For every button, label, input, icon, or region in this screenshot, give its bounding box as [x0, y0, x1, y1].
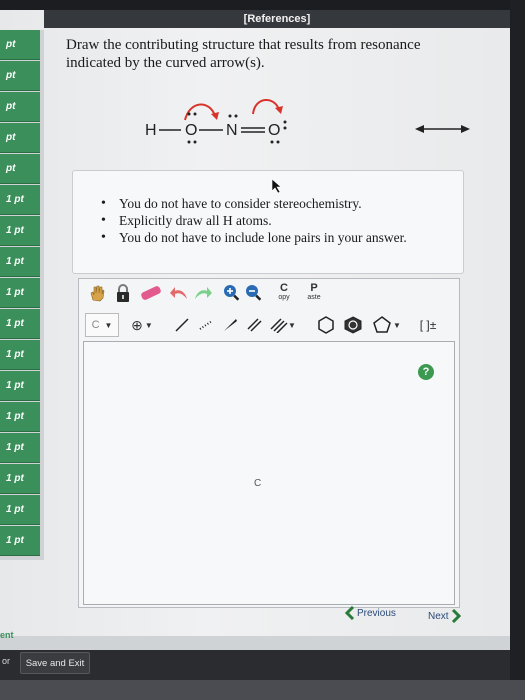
redo-icon[interactable] [191, 281, 215, 305]
canvas-atom-label: C [254, 478, 262, 489]
paste-label-top: P [310, 282, 318, 294]
undo-icon[interactable] [167, 281, 191, 305]
bottom-bar [0, 636, 510, 650]
previous-label: Previous [357, 607, 396, 619]
sidebar-point-item[interactable]: pt [0, 92, 40, 122]
ent-label: ent [0, 630, 14, 640]
bezel-top [0, 0, 525, 10]
arrow-head-1 [211, 112, 219, 120]
eraser-icon[interactable] [137, 281, 165, 305]
structure-editor: C opy P aste C ▼ ⊕ ▼ ▼ ▼ []± [78, 278, 460, 608]
next-label: Next [428, 610, 449, 622]
sidebar-point-item[interactable]: 1 pt [0, 216, 40, 246]
plus-circle-icon: ⊕ [131, 316, 143, 333]
chevron-right-icon [451, 609, 461, 623]
or-label: or [2, 656, 11, 666]
hint-item: You do not have to consider stereochemis… [101, 195, 407, 212]
sidebar-point-item[interactable]: 1 pt [0, 402, 40, 432]
arrow-head-2 [275, 106, 283, 114]
sidebar-point-item[interactable]: 1 pt [0, 526, 40, 556]
references-bar[interactable]: [References] [44, 10, 510, 28]
sidebar-point-item[interactable]: 1 pt [0, 433, 40, 463]
copy-label-top: C [280, 282, 288, 294]
copy-button[interactable]: C opy [271, 281, 297, 305]
atom-o2: O [268, 122, 280, 139]
sidebar-point-item[interactable]: 1 pt [0, 371, 40, 401]
paste-label-bottom: aste [307, 294, 321, 301]
curved-arrow-2 [252, 99, 280, 115]
sidebar-point-item[interactable]: 1 pt [0, 278, 40, 308]
zoom-out-icon[interactable] [243, 281, 265, 305]
mouse-cursor-icon [271, 178, 282, 194]
sidebar-point-item[interactable]: 1 pt [0, 464, 40, 494]
double-bond-icon[interactable] [243, 313, 265, 337]
sidebar-point-item[interactable]: 1 pt [0, 495, 40, 525]
paste-button[interactable]: P aste [301, 281, 327, 305]
sidebar-point-item[interactable]: 1 pt [0, 185, 40, 215]
hint-item: You do not have to include lone pairs in… [101, 229, 407, 246]
aromatic-ring-icon[interactable] [341, 313, 365, 337]
hints-box: You do not have to consider stereochemis… [72, 170, 464, 274]
chevron-down-icon: ▼ [288, 320, 296, 330]
toolbar-row-2: C ▼ ⊕ ▼ ▼ ▼ [ ]± [79, 311, 459, 339]
curved-arrow-1 [184, 103, 216, 121]
benzene-ring-icon[interactable] [315, 313, 337, 337]
question-sidebar: pt pt pt pt pt 1 pt 1 pt 1 pt 1 pt 1 pt 1 pt 1 pt 1 … [0, 30, 44, 560]
chevron-down-icon: ▼ [393, 320, 401, 330]
chevron-down-icon: ▼ [144, 320, 153, 330]
triple-bond-icon [270, 318, 288, 333]
chevron-left-icon [345, 606, 355, 620]
atom-h: H [145, 122, 157, 139]
copy-label-bottom: opy [278, 294, 290, 301]
element-label: C [91, 319, 100, 331]
atom-n: N [226, 122, 238, 139]
previous-button[interactable]: Previous [345, 606, 396, 620]
pentagon-ring-tool[interactable]: ▼ [369, 313, 405, 337]
drawing-canvas[interactable] [83, 341, 455, 605]
resonance-arrow-icon [415, 125, 470, 133]
zoom-in-icon[interactable] [221, 281, 243, 305]
element-select[interactable]: C ▼ [85, 313, 119, 337]
sidebar-point-item[interactable]: 1 pt [0, 247, 40, 277]
lock-icon[interactable] [111, 281, 135, 305]
chevron-down-icon: ▼ [104, 320, 113, 330]
toolbar-row-1: C opy P aste [79, 279, 459, 307]
hashed-bond-icon[interactable] [195, 313, 217, 337]
sidebar-point-item[interactable]: pt [0, 123, 40, 153]
bezel-right [510, 0, 525, 700]
question-text: Draw the contributing structure that res… [66, 37, 421, 71]
bezel-bottom [0, 680, 525, 700]
hints-list: You do not have to consider stereochemis… [101, 195, 407, 246]
molecule-structure: H O N O [145, 99, 287, 144]
sidebar-point-item[interactable]: 1 pt [0, 309, 40, 339]
sidebar-point-item[interactable]: pt [0, 61, 40, 91]
next-button[interactable]: Next [428, 609, 461, 623]
sidebar-point-item[interactable]: 1 pt [0, 340, 40, 370]
help-button[interactable]: ? [418, 364, 434, 380]
bracket-tool[interactable]: [ ]± [413, 313, 443, 337]
save-and-exit-button[interactable]: Save and Exit [20, 652, 90, 674]
pentagon-ring-icon [373, 316, 391, 333]
hand-tool-icon[interactable] [85, 281, 109, 305]
wedge-bond-icon[interactable] [219, 313, 241, 337]
triple-bond-tool[interactable]: ▼ [267, 313, 299, 337]
single-bond-icon[interactable] [171, 313, 193, 337]
sidebar-point-item[interactable]: pt [0, 30, 40, 60]
atom-o1: O [185, 122, 197, 139]
hint-item: Explicitly draw all H atoms. [101, 212, 407, 229]
charge-tool[interactable]: ⊕ ▼ [127, 313, 157, 337]
sidebar-point-item[interactable]: pt [0, 154, 40, 184]
